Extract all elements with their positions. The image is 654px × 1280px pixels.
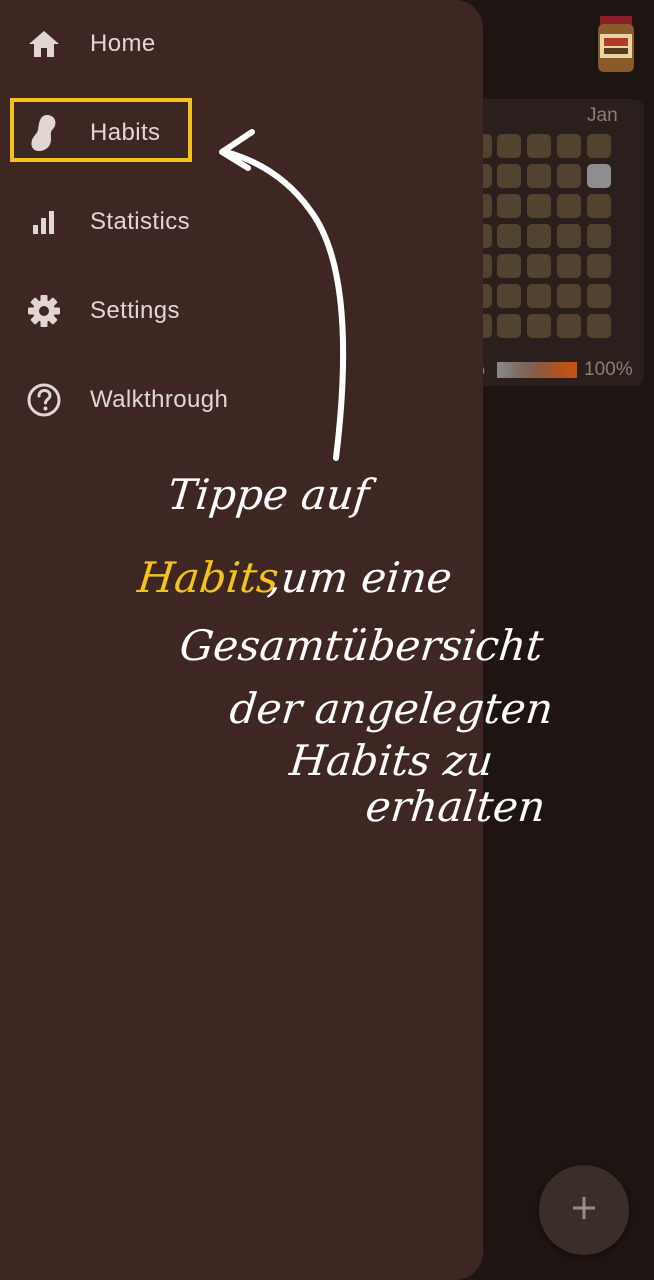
heatmap-cell bbox=[497, 134, 521, 158]
heatmap-cell bbox=[557, 284, 581, 308]
heatmap-cell bbox=[527, 164, 551, 188]
heatmap-cell bbox=[527, 284, 551, 308]
heatmap-cell bbox=[497, 224, 521, 248]
heatmap-cell bbox=[527, 314, 551, 338]
annotation-line-4: der angelegten bbox=[227, 684, 556, 733]
annotation-line-3: Gesamtübersicht bbox=[177, 621, 546, 670]
heatmap-cell bbox=[527, 134, 551, 158]
nav-item-home[interactable]: Home bbox=[0, 4, 483, 84]
nav-label-walkthrough: Walkthrough bbox=[90, 386, 229, 413]
heatmap-cell bbox=[557, 134, 581, 158]
nav-item-walkthrough[interactable]: Walkthrough bbox=[0, 360, 483, 440]
heatmap-cell bbox=[557, 224, 581, 248]
heatmap-cell bbox=[587, 314, 611, 338]
annotation-habits-highlight: Habits bbox=[135, 553, 281, 602]
gear-icon bbox=[26, 293, 62, 329]
annotation-line-1: Tippe auf bbox=[165, 470, 372, 519]
heatmap-cell bbox=[527, 224, 551, 248]
legend-max-label: 100% bbox=[584, 359, 633, 380]
heatmap-cell bbox=[557, 254, 581, 278]
habits-highlight-frame bbox=[10, 98, 192, 162]
heatmap-cell bbox=[557, 164, 581, 188]
nav-label-statistics: Statistics bbox=[90, 208, 191, 235]
nav-label-settings: Settings bbox=[90, 297, 180, 324]
nav-item-statistics[interactable]: Statistics bbox=[0, 182, 483, 262]
heatmap-cell bbox=[587, 254, 611, 278]
legend-gradient-bar bbox=[497, 362, 577, 378]
heatmap-cell bbox=[497, 194, 521, 218]
heatmap-cell bbox=[497, 254, 521, 278]
heatmap-cell bbox=[557, 194, 581, 218]
heatmap-cell bbox=[587, 164, 611, 188]
nav-label-home: Home bbox=[90, 30, 156, 57]
heatmap-cell bbox=[497, 164, 521, 188]
heatmap-cell bbox=[497, 314, 521, 338]
annotation-line-6: erhalten bbox=[363, 782, 548, 831]
heatmap-card[interactable] bbox=[468, 99, 644, 386]
help-circle-icon bbox=[26, 382, 62, 418]
heatmap-cell bbox=[527, 254, 551, 278]
nav-item-settings[interactable]: Settings bbox=[0, 271, 483, 351]
peanut-butter-jar-avatar[interactable] bbox=[594, 14, 638, 74]
bar-chart-icon bbox=[26, 204, 62, 240]
home-icon bbox=[26, 26, 62, 62]
add-habit-button[interactable] bbox=[539, 1165, 629, 1255]
heatmap-cell bbox=[587, 194, 611, 218]
heatmap-cell bbox=[497, 284, 521, 308]
plus-icon bbox=[571, 1195, 597, 1226]
month-label: Jan bbox=[587, 105, 618, 126]
heatmap-cell bbox=[527, 194, 551, 218]
annotation-line-5: Habits zu bbox=[287, 736, 496, 785]
heatmap-cell bbox=[587, 224, 611, 248]
heatmap-cell bbox=[587, 134, 611, 158]
heatmap-cell bbox=[557, 314, 581, 338]
heatmap-cell bbox=[587, 284, 611, 308]
annotation-line-2: ,um eine bbox=[265, 553, 455, 602]
